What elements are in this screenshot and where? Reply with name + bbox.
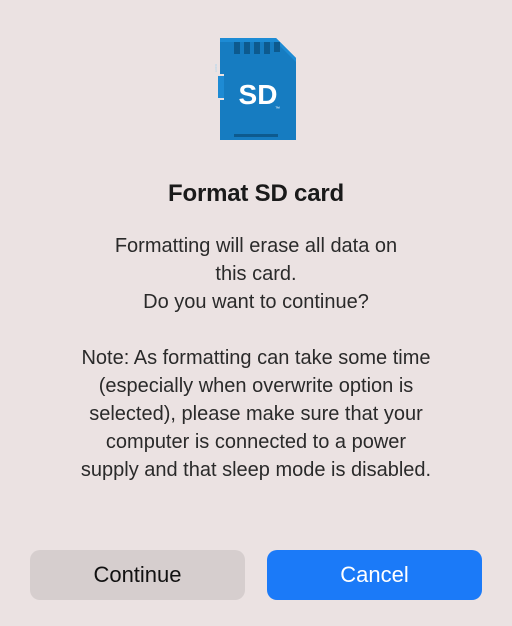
body-line-1: Formatting will erase all data on: [30, 232, 482, 260]
continue-button[interactable]: Continue: [30, 550, 245, 600]
cancel-button[interactable]: Cancel: [267, 550, 482, 600]
svg-text:™: ™: [275, 106, 280, 112]
body-line-2: this card.: [30, 260, 482, 288]
sd-card-icon: LOCK SD ™: [212, 34, 300, 144]
note-line-3: selected), please make sure that your: [30, 400, 482, 428]
note-line-1: Note: As formatting can take some time: [30, 344, 482, 372]
button-row: Continue Cancel: [30, 528, 482, 600]
dialog-body: Formatting will erase all data on this c…: [30, 232, 482, 484]
svg-text:SD: SD: [239, 79, 278, 110]
dialog-title: Format SD card: [168, 180, 344, 208]
svg-text:LOCK: LOCK: [214, 64, 218, 72]
body-line-3: Do you want to continue?: [30, 288, 482, 316]
spacer: [30, 316, 482, 344]
note-line-5: supply and that sleep mode is disabled.: [30, 456, 482, 484]
note-line-2: (especially when overwrite option is: [30, 372, 482, 400]
note-line-4: computer is connected to a power: [30, 428, 482, 456]
sd-card-svg: LOCK SD ™: [212, 34, 300, 144]
